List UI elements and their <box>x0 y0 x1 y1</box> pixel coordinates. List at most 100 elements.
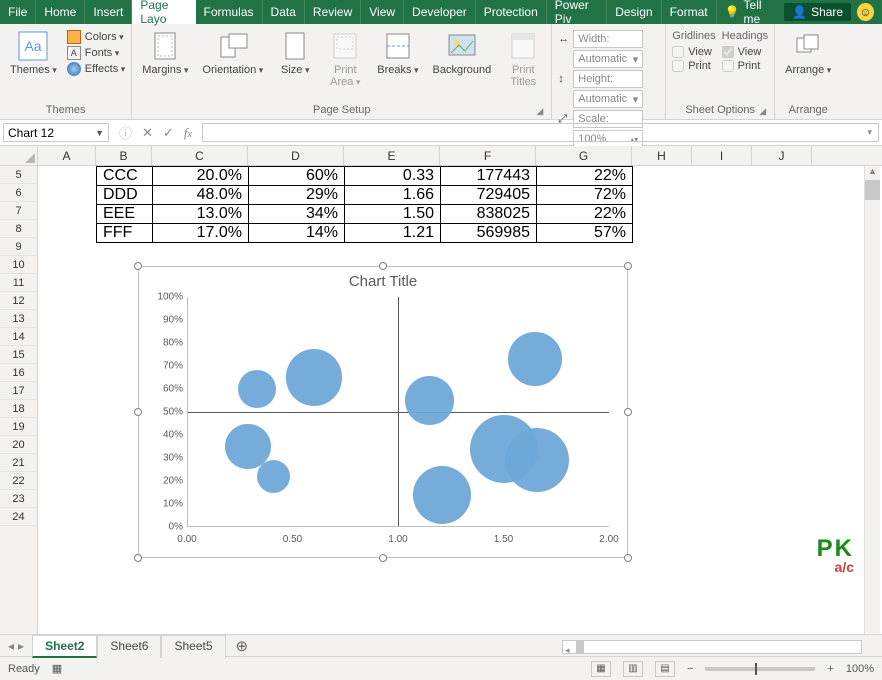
row-header[interactable]: 8 <box>0 220 37 238</box>
resize-handle[interactable] <box>134 408 142 416</box>
row-header[interactable]: 10 <box>0 256 37 274</box>
menu-tab-developer[interactable]: Developer <box>404 0 476 24</box>
macro-record-icon[interactable]: ▦ <box>52 662 62 675</box>
tell-me[interactable]: 💡 Tell me <box>725 0 779 26</box>
plot-area[interactable]: 0%10%20%30%40%50%60%70%80%90%100%0.000.5… <box>187 297 609 527</box>
row-header[interactable]: 21 <box>0 454 37 472</box>
row-header[interactable]: 22 <box>0 472 37 490</box>
colors-button[interactable]: Colors <box>67 30 125 44</box>
col-header-B[interactable]: B <box>96 146 152 165</box>
menu-tab-formulas[interactable]: Formulas <box>196 0 263 24</box>
row-header[interactable]: 11 <box>0 274 37 292</box>
height-value[interactable]: Automatic▾ <box>573 90 643 108</box>
themes-button[interactable]: Aa Themes <box>6 28 61 78</box>
menu-tab-design[interactable]: Design <box>607 0 661 24</box>
zoom-level[interactable]: 100% <box>846 663 874 675</box>
effects-button[interactable]: Effects <box>67 62 125 76</box>
row-header[interactable]: 19 <box>0 418 37 436</box>
resize-handle[interactable] <box>624 262 632 270</box>
headings-view-checkbox[interactable]: View <box>722 46 768 58</box>
resize-handle[interactable] <box>379 262 387 270</box>
row-header[interactable]: 15 <box>0 346 37 364</box>
menu-tab-review[interactable]: Review <box>305 0 361 24</box>
dialog-launcher-icon[interactable]: ◢ <box>759 106 766 117</box>
gridlines-print-checkbox[interactable]: Print <box>672 60 715 72</box>
help-icon[interactable]: ⓘ <box>119 123 132 142</box>
enter-icon[interactable]: ✓ <box>163 125 174 141</box>
zoom-in-button[interactable]: + <box>827 663 833 675</box>
row-header[interactable]: 5 <box>0 166 37 184</box>
menu-tab-format[interactable]: Format <box>662 0 717 24</box>
bubble-point[interactable] <box>238 370 276 408</box>
col-header-C[interactable]: C <box>152 146 248 165</box>
bubble-point[interactable] <box>413 466 471 524</box>
column-headers[interactable]: ABCDEFGHIJ <box>38 146 882 166</box>
worksheet-grid[interactable]: ABCDEFGHIJ 56789101112131415161718192021… <box>0 146 882 634</box>
select-all-corner[interactable] <box>0 146 38 166</box>
tab-nav-last-icon[interactable]: ▸ <box>18 639 24 653</box>
col-header-I[interactable]: I <box>692 146 752 165</box>
sheet-tab-sheet5[interactable]: Sheet5 <box>161 635 225 658</box>
row-header[interactable]: 20 <box>0 436 37 454</box>
row-header[interactable]: 12 <box>0 292 37 310</box>
resize-handle[interactable] <box>134 554 142 562</box>
resize-handle[interactable] <box>624 408 632 416</box>
chart-title[interactable]: Chart Title <box>139 267 627 292</box>
resize-handle[interactable] <box>624 554 632 562</box>
tab-nav-first-icon[interactable]: ◂ <box>8 639 14 653</box>
row-header[interactable]: 14 <box>0 328 37 346</box>
bubble-point[interactable] <box>286 349 342 405</box>
col-header-G[interactable]: G <box>536 146 632 165</box>
sheet-tab-sheet6[interactable]: Sheet6 <box>97 635 161 658</box>
print-titles-button[interactable]: Print Titles <box>501 28 545 90</box>
margins-button[interactable]: Margins <box>138 28 192 78</box>
horizontal-scrollbar[interactable]: ◂ <box>562 640 862 654</box>
menu-tab-data[interactable]: Data <box>263 0 305 24</box>
background-button[interactable]: Background <box>429 28 496 78</box>
breaks-button[interactable]: Breaks <box>373 28 422 78</box>
view-page-layout-button[interactable]: ▥ <box>623 661 643 677</box>
row-header[interactable]: 17 <box>0 382 37 400</box>
menu-tab-view[interactable]: View <box>361 0 404 24</box>
row-header[interactable]: 9 <box>0 238 37 256</box>
row-header[interactable]: 24 <box>0 508 37 526</box>
name-box[interactable]: Chart 12▼ <box>3 123 109 142</box>
bubble-point[interactable] <box>405 376 454 425</box>
fonts-button[interactable]: AFonts <box>67 46 125 60</box>
cancel-icon[interactable]: ✕ <box>142 125 153 141</box>
new-sheet-button[interactable]: ⊕ <box>226 637 259 655</box>
bubble-point[interactable] <box>470 415 538 483</box>
dialog-launcher-icon[interactable]: ◢ <box>536 106 543 117</box>
menu-tab-home[interactable]: Home <box>36 0 85 24</box>
zoom-slider[interactable] <box>705 667 815 671</box>
row-header[interactable]: 13 <box>0 310 37 328</box>
fx-icon[interactable]: fx <box>184 125 192 141</box>
resize-handle[interactable] <box>134 262 142 270</box>
resize-handle[interactable] <box>379 554 387 562</box>
menu-tab-insert[interactable]: Insert <box>85 0 132 24</box>
bubble-point[interactable] <box>257 460 290 493</box>
col-header-J[interactable]: J <box>752 146 812 165</box>
print-area-button[interactable]: Print Area <box>323 28 367 90</box>
width-value[interactable]: Automatic▾ <box>573 50 643 68</box>
zoom-out-button[interactable]: − <box>687 663 693 675</box>
row-header[interactable]: 6 <box>0 184 37 202</box>
width-select[interactable]: Width: <box>573 30 643 48</box>
feedback-smiley-icon[interactable]: ☺ <box>857 3 874 21</box>
bubble-point[interactable] <box>508 332 561 385</box>
embedded-chart[interactable]: Chart Title 0%10%20%30%40%50%60%70%80%90… <box>138 266 628 558</box>
vertical-scrollbar[interactable]: ▲ <box>864 166 880 634</box>
col-header-D[interactable]: D <box>248 146 344 165</box>
share-button[interactable]: 👤 Share <box>784 3 851 21</box>
sheet-tab-sheet2[interactable]: Sheet2 <box>32 635 97 658</box>
col-header-A[interactable]: A <box>38 146 96 165</box>
gridlines-view-checkbox[interactable]: View <box>672 46 715 58</box>
row-header[interactable]: 7 <box>0 202 37 220</box>
col-header-E[interactable]: E <box>344 146 440 165</box>
col-header-H[interactable]: H <box>632 146 692 165</box>
arrange-button[interactable]: Arrange <box>781 28 835 78</box>
formula-input[interactable]: ▾ <box>202 123 879 142</box>
view-normal-button[interactable]: ▦ <box>591 661 611 677</box>
row-header[interactable]: 16 <box>0 364 37 382</box>
menu-tab-protection[interactable]: Protection <box>476 0 547 24</box>
